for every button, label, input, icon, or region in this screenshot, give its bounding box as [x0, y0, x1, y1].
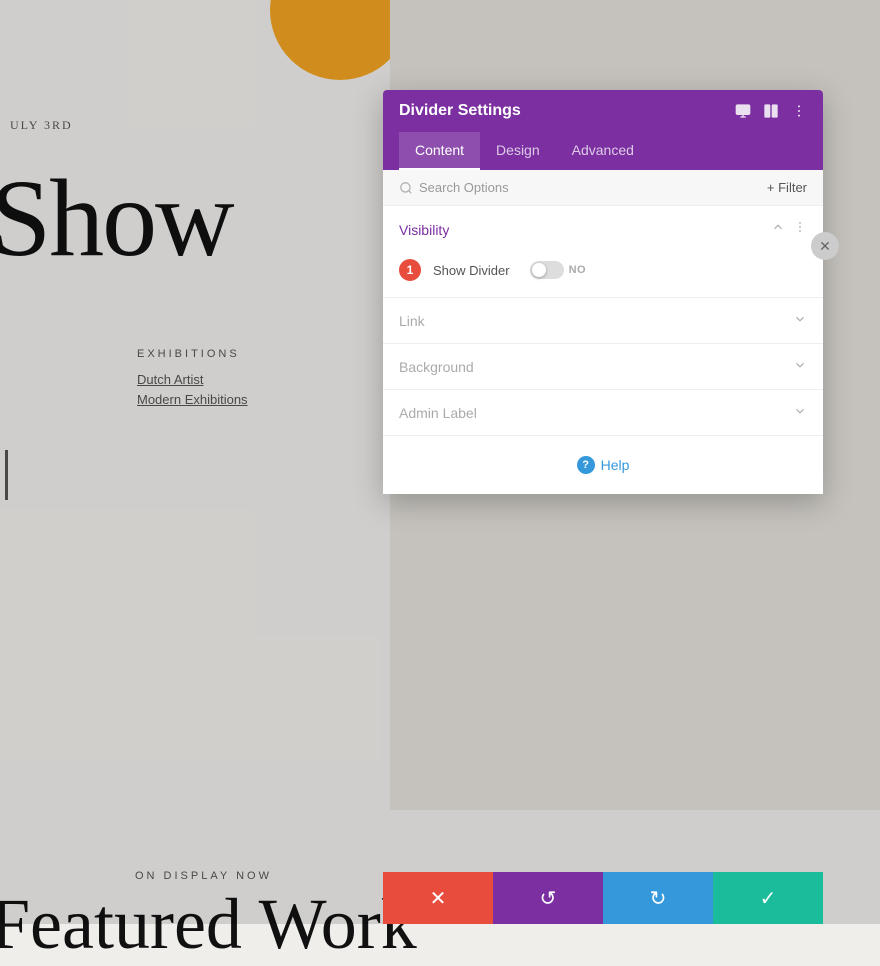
- panel-header: Divider Settings: [383, 90, 823, 132]
- section-background[interactable]: Background: [383, 344, 823, 390]
- section-link[interactable]: Link: [383, 298, 823, 344]
- search-placeholder: Search Options: [419, 180, 509, 195]
- search-bar: Search Options + Filter: [383, 170, 823, 206]
- undo-icon: ↺: [540, 886, 557, 911]
- panel-tabs: Content Design Advanced: [383, 132, 823, 170]
- screen-icon[interactable]: [735, 103, 751, 119]
- undo-button[interactable]: ↺: [493, 872, 603, 924]
- save-icon: ✓: [760, 886, 777, 911]
- toggle-no-label: NO: [569, 264, 587, 276]
- search-input-wrap[interactable]: Search Options: [399, 180, 509, 195]
- columns-icon[interactable]: [763, 103, 779, 119]
- panel-header-icons: [735, 103, 807, 119]
- toggle-knob: [532, 263, 546, 277]
- background-chevron-icon: [793, 358, 807, 375]
- section-more-icon[interactable]: [793, 220, 807, 239]
- background-title: Background: [399, 359, 474, 375]
- link-title: Link: [399, 313, 425, 329]
- visibility-title: Visibility: [399, 222, 449, 238]
- cancel-icon: ✕: [430, 886, 447, 911]
- tab-content[interactable]: Content: [399, 132, 480, 170]
- badge-number: 1: [407, 263, 414, 277]
- tab-advanced[interactable]: Advanced: [556, 132, 650, 170]
- settings-panel: Divider Settings Content Design Advance: [383, 90, 823, 494]
- search-icon: [399, 181, 413, 195]
- redo-button[interactable]: ↻: [603, 872, 713, 924]
- cancel-button[interactable]: ✕: [383, 872, 493, 924]
- filter-label: + Filter: [767, 180, 807, 195]
- help-icon: ?: [577, 456, 595, 474]
- toggle-wrap: NO: [530, 261, 587, 279]
- more-options-icon[interactable]: [791, 103, 807, 119]
- tab-design[interactable]: Design: [480, 132, 556, 170]
- admin-label-chevron-icon: [793, 404, 807, 421]
- help-row: ? Help: [383, 436, 823, 494]
- save-button[interactable]: ✓: [713, 872, 823, 924]
- panel-title: Divider Settings: [399, 102, 521, 120]
- admin-label-title: Admin Label: [399, 405, 477, 421]
- close-button[interactable]: ✕: [811, 232, 839, 260]
- section-visibility: Visibility 1: [383, 206, 823, 298]
- filter-button[interactable]: + Filter: [767, 180, 807, 195]
- redo-icon: ↻: [650, 886, 667, 911]
- link-chevron-icon: [793, 312, 807, 329]
- show-divider-row: 1 Show Divider NO: [383, 253, 823, 297]
- panel-body: Visibility 1: [383, 206, 823, 494]
- help-link[interactable]: Help: [601, 457, 630, 473]
- show-divider-label: Show Divider: [433, 263, 510, 278]
- field-badge: 1: [399, 259, 421, 281]
- visibility-section-icons: [771, 220, 807, 239]
- show-divider-toggle[interactable]: [530, 261, 564, 279]
- chevron-up-icon: [771, 220, 785, 239]
- section-admin-label[interactable]: Admin Label: [383, 390, 823, 436]
- bottom-toolbar: ✕ ↺ ↻ ✓: [383, 872, 823, 924]
- visibility-section-header[interactable]: Visibility: [383, 206, 823, 253]
- close-icon: ✕: [819, 238, 831, 255]
